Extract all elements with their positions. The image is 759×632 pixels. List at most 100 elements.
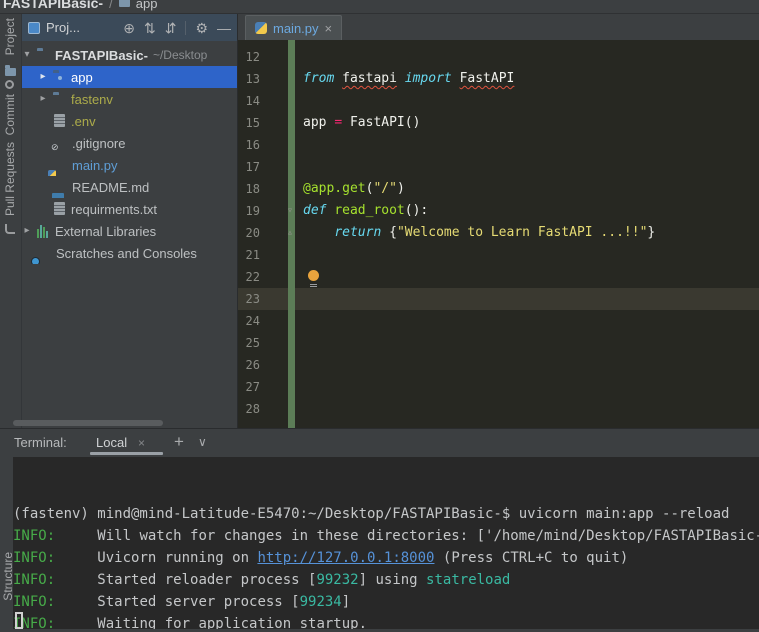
terminal-text: (fastenv) mind@mind-Latitude-E5470:~/Des…	[13, 506, 730, 522]
code-line-26[interactable]: 26	[238, 354, 759, 376]
project-tool-icon[interactable]	[5, 65, 16, 76]
line-number: 22	[245, 270, 260, 284]
fold-marker-icon[interactable]: ▿	[284, 200, 296, 222]
code-line-15[interactable]: 15 app = FastAPI()	[238, 112, 759, 134]
terminal-output[interactable]: (fastenv) mind@mind-Latitude-E5470:~/Des…	[13, 457, 759, 629]
line-number: 15	[245, 116, 260, 130]
tree-item-external-libraries[interactable]: ▸ External Libraries	[22, 220, 237, 242]
tree-item-main-py[interactable]: main.py	[22, 154, 237, 176]
line-number: 19	[245, 204, 260, 218]
terminal-text: 99232	[316, 572, 359, 588]
project-panel: Proj... ⊕ ⇅ ⇵ ⚙ — ▾ FASTAPIBasic- ~/Desktop ▸ ap…	[22, 14, 237, 428]
terminal-tab-underline	[90, 452, 163, 455]
line-number: 20	[245, 226, 260, 240]
code-line-13[interactable]: 13 from fastapi import FastAPI	[238, 68, 759, 90]
settings-gear-icon[interactable]: ⚙	[195, 21, 208, 35]
code-token: }	[647, 225, 656, 240]
terminal-dropdown-icon[interactable]: ∨	[198, 435, 207, 449]
locate-file-icon[interactable]: ⊕	[123, 21, 135, 35]
code-token: FastAPI()	[349, 115, 421, 130]
terminal-link[interactable]: http://127.0.0.1:8000	[257, 550, 434, 566]
file-icon	[54, 114, 65, 127]
tab-main-py[interactable]: main.py ×	[245, 15, 343, 40]
terminal-text: Started reloader process [	[55, 572, 317, 588]
chevron-right-icon[interactable]: ▸	[38, 88, 48, 110]
code-line-23[interactable]: 23	[238, 288, 759, 310]
folder-icon	[118, 0, 130, 7]
line-number: 24	[245, 314, 260, 328]
tree-item-readme-md[interactable]: README.md	[22, 176, 237, 198]
collapse-all-icon[interactable]: ⇅	[144, 21, 156, 35]
terminal-line: INFO: Will watch for changes in these di…	[13, 525, 759, 547]
code-line-21[interactable]: 21	[238, 244, 759, 266]
code-token: read_root	[334, 203, 405, 218]
chevron-down-icon[interactable]: ▾	[22, 44, 32, 66]
tool-button-pull-requests[interactable]: Pull Requests	[3, 142, 17, 216]
terminal-tab-local[interactable]: Local	[96, 435, 127, 450]
code-line-24[interactable]: 24	[238, 310, 759, 332]
file-icon	[54, 202, 65, 215]
tree-item--gitignore[interactable]: .gitignore	[22, 132, 237, 154]
terminal-line: INFO: Started server process [99234]	[13, 591, 759, 613]
terminal-label: Terminal:	[14, 435, 67, 450]
tree-item-label: README.md	[72, 179, 150, 195]
code-line-14[interactable]: 14	[238, 90, 759, 112]
tool-button-commit[interactable]: Commit	[3, 94, 17, 135]
code-line-27[interactable]: 27	[238, 376, 759, 398]
pull-requests-tool-icon[interactable]	[5, 224, 15, 234]
terminal-text: INFO:	[13, 594, 56, 610]
terminal-header: Terminal: Local × + ∨	[0, 429, 759, 457]
python-file-icon	[255, 22, 267, 34]
code-line-25[interactable]: 25	[238, 332, 759, 354]
code-editor[interactable]: 12 13 from fastapi import FastAPI 14 15 app =…	[238, 40, 759, 428]
tree-item-app[interactable]: ▸ app	[22, 66, 237, 88]
title-breadcrumb-bar: FASTAPIBasic- / app	[0, 0, 759, 14]
code-line-19[interactable]: 19 def read_root():	[238, 200, 759, 222]
tool-button-project[interactable]: Project	[3, 18, 17, 55]
terminal-line: INFO: Started reloader process [99232] u…	[13, 569, 759, 591]
line-number: 23	[245, 292, 260, 306]
breadcrumb-project-name[interactable]: FASTAPIBasic-	[3, 0, 103, 11]
code-text: return {"Welcome to Learn FastAPI ...!!"…	[303, 222, 655, 244]
tree-item-fastenv[interactable]: ▸ fastenv	[22, 88, 237, 110]
code-token: app	[303, 115, 335, 130]
line-number: 25	[245, 336, 260, 350]
breadcrumb-app[interactable]: app	[136, 0, 158, 11]
tree-item-label: .gitignore	[72, 135, 126, 151]
fold-marker-icon[interactable]: ▵	[284, 222, 296, 244]
hide-panel-icon[interactable]: —	[217, 21, 231, 35]
code-line-28[interactable]: 28	[238, 398, 759, 420]
terminal-text: ]	[341, 594, 351, 610]
chevron-right-icon[interactable]: ▸	[38, 66, 48, 88]
code-token: @app.get	[303, 181, 366, 196]
code-token: "Welcome to Learn FastAPI ...!!"	[396, 225, 648, 240]
intention-bulb-icon[interactable]	[308, 270, 319, 285]
tree-item-label: main.py	[72, 157, 118, 173]
tree-item--env[interactable]: .env	[22, 110, 237, 132]
line-number: 26	[245, 358, 260, 372]
code-token: )	[396, 181, 405, 196]
new-terminal-session-icon[interactable]: +	[174, 432, 184, 452]
code-line-16[interactable]: 16	[238, 134, 759, 156]
close-tab-icon[interactable]: ×	[325, 21, 333, 36]
tree-item-requirments-txt[interactable]: requirments.txt	[22, 198, 237, 220]
expand-collapse-icon[interactable]: ⇵	[165, 21, 177, 35]
terminal-tab-close-icon[interactable]: ×	[138, 436, 145, 450]
commit-tool-icon[interactable]	[5, 80, 14, 89]
code-line-12[interactable]: 12	[238, 46, 759, 68]
tree-item-scratches-and-consoles[interactable]: Scratches and Consoles	[22, 242, 237, 264]
code-token: "/"	[373, 181, 397, 196]
code-token: import	[404, 71, 460, 86]
code-line-17[interactable]: 17	[238, 156, 759, 178]
line-number: 12	[245, 50, 260, 64]
code-line-18[interactable]: 18 @app.get("/")	[238, 178, 759, 200]
chevron-right-icon[interactable]: ▸	[22, 220, 32, 242]
tree-item-fastapibasic-[interactable]: ▾ FASTAPIBasic- ~/Desktop	[22, 44, 237, 66]
project-tree: ▾ FASTAPIBasic- ~/Desktop ▸ app ▸ fastenv .env.…	[22, 44, 237, 264]
tree-item-label: requirments.txt	[71, 201, 157, 217]
project-horizontal-scrollbar[interactable]	[13, 420, 163, 426]
code-token: ():	[404, 203, 429, 218]
breadcrumb: FASTAPIBasic- / app	[3, 0, 157, 13]
code-line-20[interactable]: 20 return {"Welcome to Learn FastAPI ...…	[238, 222, 759, 244]
